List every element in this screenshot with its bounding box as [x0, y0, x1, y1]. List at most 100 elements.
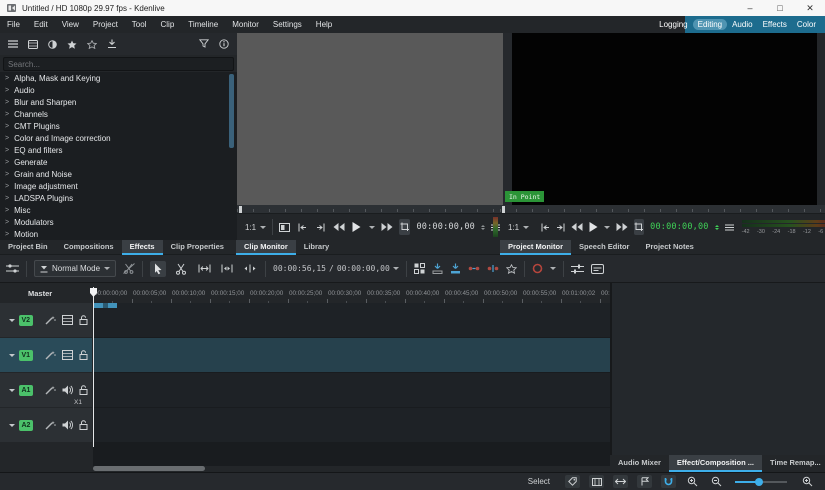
video-track-icon[interactable] — [62, 315, 73, 325]
expand-chevron-icon[interactable]: > — [5, 219, 9, 226]
timeline-ruler[interactable]: 00:00:00;00 00:00:05;00 00:00:10;00 00:0… — [93, 287, 610, 303]
tab-audio-mixer[interactable]: Audio Mixer — [610, 455, 669, 472]
zone-mode-icon[interactable] — [399, 219, 411, 235]
close-button[interactable]: ✕ — [795, 0, 825, 16]
zone-mode-icon[interactable] — [634, 219, 644, 235]
record-icon[interactable] — [532, 263, 543, 274]
menu-item[interactable]: Monitor — [225, 16, 266, 33]
effect-category-item[interactable]: > CMT Plugins — [0, 120, 237, 132]
edit-mode-select[interactable]: Normal Mode — [34, 260, 116, 277]
effects-wand-icon[interactable] — [45, 420, 56, 430]
razor-tool-icon[interactable] — [173, 261, 189, 277]
effect-category-item[interactable]: > LADSPA Plugins — [0, 192, 237, 204]
tab-project-bin[interactable]: Project Bin — [0, 240, 56, 255]
record-options-chevron-icon[interactable] — [550, 267, 556, 273]
track-target-badge[interactable]: V1 — [19, 350, 33, 361]
fast-forward-icon[interactable] — [616, 219, 628, 235]
tab-project-notes[interactable]: Project Notes — [637, 240, 701, 255]
track-target-badge[interactable]: A2 — [19, 420, 33, 431]
rewind-icon[interactable] — [571, 219, 583, 235]
lock-icon[interactable] — [79, 315, 88, 325]
lock-icon[interactable] — [79, 350, 88, 360]
monitor-divider[interactable] — [503, 33, 512, 205]
effect-category-item[interactable]: > Audio — [0, 84, 237, 96]
effect-category-item[interactable]: > Grain and Noise — [0, 168, 237, 180]
menu-item[interactable]: Tool — [125, 16, 154, 33]
track-lane-v2[interactable] — [93, 303, 610, 337]
zone-out-icon[interactable] — [556, 219, 565, 235]
collapse-tracks-icon[interactable] — [219, 261, 235, 277]
timecode-spinner[interactable] — [481, 225, 485, 230]
track-target-badge[interactable]: A1 — [19, 385, 33, 396]
chevron-down-icon[interactable] — [9, 389, 15, 395]
effect-category-item[interactable]: > Alpha, Mask and Keying — [0, 72, 237, 84]
overwrite-zone-icon[interactable] — [450, 263, 461, 274]
zone-in-icon[interactable] — [297, 219, 309, 235]
timeline-zoom-slider[interactable] — [735, 481, 787, 483]
project-monitor-video-area[interactable] — [512, 33, 817, 205]
effects-list-scrollbar[interactable] — [229, 74, 234, 148]
speaker-icon[interactable] — [62, 385, 73, 395]
tab-clip-monitor[interactable]: Clip Monitor — [236, 240, 296, 255]
maximize-button[interactable]: □ — [765, 0, 795, 16]
play-options-chevron-icon[interactable] — [369, 226, 375, 232]
tab-effects[interactable]: Effects — [122, 240, 163, 255]
clip-monitor-video-area[interactable] — [237, 33, 503, 205]
expand-chevron-icon[interactable]: > — [5, 147, 9, 154]
zoom-fit-icon[interactable] — [685, 475, 700, 488]
project-zoom-select[interactable]: 1:1 — [508, 223, 529, 232]
timecode-spinner[interactable] — [715, 225, 719, 230]
project-timecode[interactable]: 00:00:00,00 — [650, 222, 709, 232]
zoom-in-icon[interactable] — [800, 475, 815, 488]
menu-item[interactable]: View — [55, 16, 86, 33]
timeline-playhead-line[interactable] — [93, 287, 94, 447]
play-options-chevron-icon[interactable] — [604, 226, 610, 232]
video-effects-icon[interactable] — [28, 40, 38, 49]
clip-zoom-select[interactable]: 1:1 — [245, 223, 266, 232]
chevron-down-icon[interactable] — [9, 354, 15, 360]
effect-category-item[interactable]: > Motion — [0, 228, 237, 240]
menu-item[interactable]: Timeline — [181, 16, 225, 33]
menu-item[interactable]: Clip — [153, 16, 181, 33]
mixer-icon[interactable] — [414, 263, 425, 274]
zone-in-icon[interactable] — [541, 219, 550, 235]
effect-category-item[interactable]: > Color and Image correction — [0, 132, 237, 144]
tab-time-remap[interactable]: Time Remap... — [762, 455, 825, 472]
effects-wand-icon[interactable] — [45, 315, 56, 325]
custom-effects-icon[interactable] — [67, 40, 77, 49]
effect-category-item[interactable]: > Modulators — [0, 216, 237, 228]
effect-category-item[interactable]: > Generate — [0, 156, 237, 168]
expand-chevron-icon[interactable]: > — [5, 135, 9, 142]
effect-category-item[interactable]: > Misc — [0, 204, 237, 216]
search-input[interactable] — [3, 57, 234, 71]
effect-category-item[interactable]: > EQ and filters — [0, 144, 237, 156]
tab-speech-editor[interactable]: Speech Editor — [571, 240, 637, 255]
favorite-effects-star-icon[interactable] — [506, 264, 517, 274]
workspace-effects[interactable]: Effects — [758, 19, 792, 30]
effects-wand-icon[interactable] — [45, 385, 56, 395]
tab-clip-properties[interactable]: Clip Properties — [163, 240, 232, 255]
video-track-icon[interactable] — [62, 350, 73, 360]
workspace-color[interactable]: Color — [792, 19, 821, 30]
minimize-button[interactable]: – — [735, 0, 765, 16]
monitor-menu-icon[interactable] — [725, 224, 734, 231]
clip-frame-icon[interactable] — [279, 219, 291, 235]
zone-out-icon[interactable] — [315, 219, 327, 235]
razor-all-tracks-icon[interactable] — [123, 263, 135, 274]
favorite-effects-icon[interactable] — [87, 40, 97, 49]
expand-chevron-icon[interactable]: > — [5, 75, 9, 82]
expand-chevron-icon[interactable]: > — [5, 171, 9, 178]
expand-chevron-icon[interactable]: > — [5, 207, 9, 214]
track-header-v2[interactable]: V2 — [0, 303, 92, 337]
track-header-a2[interactable]: A2 — [0, 408, 92, 442]
track-lane-a2[interactable] — [93, 408, 610, 442]
effect-category-item[interactable]: > Image adjustment — [0, 180, 237, 192]
fit-zone-icon[interactable] — [613, 475, 628, 488]
expand-chevron-icon[interactable]: > — [5, 99, 9, 106]
select-tool-button[interactable] — [150, 261, 166, 277]
zoom-out-icon[interactable] — [709, 475, 724, 488]
effects-menu-icon[interactable] — [8, 40, 18, 48]
track-target-badge[interactable]: V2 — [19, 315, 33, 326]
filter-icon[interactable] — [199, 39, 209, 49]
tab-project-monitor[interactable]: Project Monitor — [500, 240, 571, 255]
